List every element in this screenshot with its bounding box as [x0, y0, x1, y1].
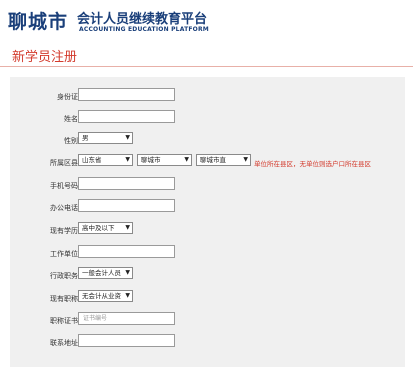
region-label: 所属区县 [50, 159, 78, 167]
title-label: 现有职称 [50, 295, 78, 303]
position-select[interactable]: 一般会计人员 ▼ [78, 267, 133, 279]
title-value: 无会计从业资 [82, 292, 121, 300]
address-input[interactable] [78, 334, 175, 347]
address-label: 联系地址 [50, 339, 78, 347]
employer-row: 工作单位 [10, 244, 405, 264]
office-phone-input[interactable] [78, 199, 175, 212]
site-header: 聊城市 会计人员继续教育平台 ACCOUNTING EDUCATION PLAT… [0, 0, 413, 40]
city-select[interactable]: 聊城市 ▼ [137, 154, 192, 166]
education-select[interactable]: 高中及以下 ▼ [78, 222, 133, 234]
office-phone-label: 办公电话 [50, 204, 78, 212]
address-row: 联系地址 [10, 333, 405, 353]
education-row: 现有学历 高中及以下 ▼ [10, 221, 405, 241]
gender-select[interactable]: 男 ▼ [78, 132, 133, 144]
mobile-label: 手机号码 [50, 182, 78, 190]
district-value: 聊城市直 [200, 156, 226, 164]
region-row: 所属区县 山东省 ▼ 聊城市 ▼ 聊城市直 ▼ 单位所在县区，无单位则选户口所在… [10, 153, 405, 173]
title-row: 现有职称 无会计从业资 ▼ [10, 289, 405, 309]
title-divider [0, 66, 413, 67]
id-input[interactable] [78, 88, 175, 101]
employer-input[interactable] [78, 245, 175, 258]
province-select[interactable]: 山东省 ▼ [78, 154, 133, 166]
position-row: 行政职务 一般会计人员 ▼ [10, 266, 405, 286]
logo-platform-name: 会计人员继续教育平台 [77, 12, 208, 27]
certificate-row: 职称证书 证书编号 [10, 311, 405, 331]
education-value: 高中及以下 [82, 224, 115, 232]
registration-form: 身份证 姓名 性别 男 ▼ 所属区县 山东省 ▼ 聊城市 ▼ 聊城市直 ▼ 单位… [10, 77, 405, 367]
id-label: 身份证 [57, 93, 78, 101]
office-phone-row: 办公电话 [10, 198, 405, 218]
title-select[interactable]: 无会计从业资 ▼ [78, 290, 133, 302]
district-select[interactable]: 聊城市直 ▼ [196, 154, 251, 166]
gender-row: 性别 男 ▼ [10, 131, 405, 151]
gender-value: 男 [82, 134, 89, 142]
education-label: 现有学历 [50, 227, 78, 235]
mobile-input[interactable] [78, 177, 175, 190]
dropdown-arrow-icon: ▼ [125, 269, 130, 276]
logo-platform-english: ACCOUNTING EDUCATION PLATFORM [79, 26, 209, 33]
dropdown-arrow-icon: ▼ [184, 156, 189, 163]
mobile-row: 手机号码 [10, 176, 405, 196]
name-row: 姓名 [10, 109, 405, 129]
name-label: 姓名 [64, 115, 78, 123]
logo-city-name: 聊城市 [8, 11, 69, 33]
dropdown-arrow-icon: ▼ [243, 156, 248, 163]
dropdown-arrow-icon: ▼ [125, 134, 130, 141]
dropdown-arrow-icon: ▼ [125, 156, 130, 163]
gender-label: 性别 [64, 137, 78, 145]
region-hint: 单位所在县区，无单位则选户口所在县区 [254, 160, 371, 168]
position-value: 一般会计人员 [82, 269, 121, 277]
employer-label: 工作单位 [50, 250, 78, 258]
city-value: 聊城市 [141, 156, 161, 164]
certificate-label: 职称证书 [50, 317, 78, 325]
id-row: 身份证 [10, 87, 405, 107]
name-input[interactable] [78, 110, 175, 123]
dropdown-arrow-icon: ▼ [125, 292, 130, 299]
position-label: 行政职务 [50, 272, 78, 280]
province-value: 山东省 [82, 156, 102, 164]
certificate-input[interactable]: 证书编号 [78, 312, 175, 325]
page-title: 新学员注册 [12, 50, 78, 65]
dropdown-arrow-icon: ▼ [125, 224, 130, 231]
